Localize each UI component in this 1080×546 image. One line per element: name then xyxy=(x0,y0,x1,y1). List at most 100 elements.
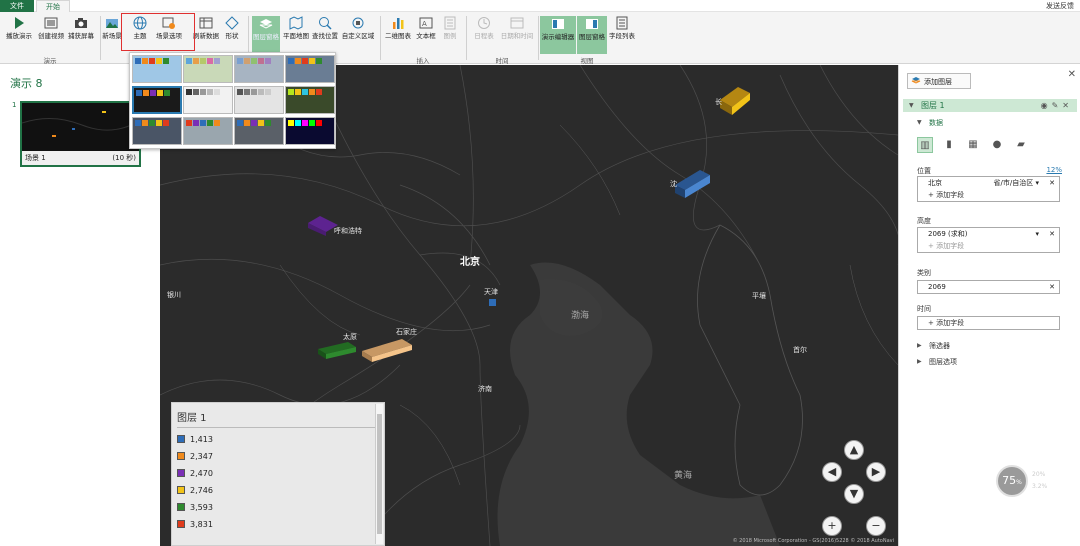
add-height-field[interactable]: + 添加字段 xyxy=(918,240,1059,252)
legend-swatch xyxy=(177,486,185,494)
rotate-left-button[interactable]: ◀ xyxy=(822,462,842,482)
bubble-icon[interactable]: ● xyxy=(989,137,1005,153)
collapse-caret-icon[interactable]: ▼ xyxy=(909,99,914,112)
legend-scrollbar[interactable] xyxy=(375,404,383,544)
text-box-icon: A xyxy=(419,17,433,29)
text-box-button[interactable]: A 文本框 xyxy=(414,16,438,40)
theme-swatch-7[interactable] xyxy=(234,86,284,114)
theme-swatch-9[interactable] xyxy=(132,117,182,145)
new-scene-button[interactable]: 新场景 xyxy=(102,16,122,40)
ribbon-separator xyxy=(100,16,101,60)
legend-button[interactable]: 图例 xyxy=(440,16,460,40)
city-label-hohhot: 呼和浩特 xyxy=(334,227,362,235)
close-icon[interactable]: ✕ xyxy=(1068,69,1076,80)
tour-editor-button[interactable]: 演示编辑器 xyxy=(540,16,576,54)
tab-home[interactable]: 开始 xyxy=(36,0,70,12)
city-label-yinchuan: 银川 xyxy=(167,291,181,299)
location-type-select[interactable]: 省/市/自治区 ▾ xyxy=(994,177,1039,189)
custom-regions-icon xyxy=(352,17,364,29)
shapes-icon xyxy=(225,16,239,30)
legend-swatch xyxy=(177,520,185,528)
progress-percent: 75% xyxy=(996,465,1028,497)
flat-map-icon xyxy=(289,16,303,30)
capture-screen-button[interactable]: 捕获屏幕 xyxy=(66,16,96,40)
pencil-icon[interactable]: ✎ xyxy=(1052,101,1063,110)
theme-swatch-4[interactable] xyxy=(285,55,335,83)
stacked-column-icon[interactable]: ▥ xyxy=(917,137,933,153)
shapes-button[interactable]: 形状 xyxy=(222,16,242,40)
field-list-button[interactable]: 字段列表 xyxy=(608,16,636,40)
legend-divider xyxy=(177,427,375,428)
feedback-link[interactable]: 发送反馈 xyxy=(1046,0,1074,12)
tilt-down-button[interactable]: ▼ xyxy=(844,484,864,504)
location-field-box[interactable]: 北京 省/市/自治区 ▾ ✕ + 添加字段 xyxy=(917,176,1060,202)
region-icon[interactable]: ▰ xyxy=(1013,137,1029,153)
find-location-button[interactable]: 查找位置 xyxy=(311,16,339,40)
layer-pane-view-button[interactable]: 图层窗格 xyxy=(577,16,607,54)
refresh-data-button[interactable]: 刷新数据 xyxy=(191,16,221,40)
theme-swatch-1[interactable] xyxy=(132,55,182,83)
custom-regions-button[interactable]: 自定义区域 xyxy=(340,16,376,40)
theme-swatch-5[interactable] xyxy=(132,86,182,114)
ribbon-separator xyxy=(538,16,539,60)
layer-options-caret-icon[interactable]: ▶ xyxy=(917,358,922,365)
filters-caret-icon[interactable]: ▶ xyxy=(917,342,922,349)
theme-swatch-6[interactable] xyxy=(183,86,233,114)
date-time-button[interactable]: 日期和时间 xyxy=(500,16,534,40)
legend-value: 3,593 xyxy=(190,503,213,512)
city-label-pyongyang: 平壤 xyxy=(752,292,766,300)
zoom-in-button[interactable]: + xyxy=(822,516,842,536)
scene-thumbnail[interactable]: 场景 1 (10 秒) xyxy=(20,101,141,167)
group-label-tour: 演示 xyxy=(43,57,57,65)
chart-2d-button[interactable]: 二维图表 xyxy=(384,16,412,40)
remove-category-icon[interactable]: ✕ xyxy=(1049,281,1055,293)
time-field-box[interactable]: + 添加字段 xyxy=(917,316,1060,330)
tab-file[interactable]: 文件 xyxy=(0,0,34,12)
layer-options-section[interactable]: 图层选项 xyxy=(929,357,957,367)
theme-swatch-11[interactable] xyxy=(234,117,284,145)
progress-line-2: 3.2% xyxy=(1032,483,1048,490)
theme-swatch-8[interactable] xyxy=(285,86,335,114)
flat-map-button[interactable]: 平面地图 xyxy=(282,16,310,40)
city-label-seoul: 首尔 xyxy=(793,346,807,354)
height-field[interactable]: 2069 (求和) ▾ ✕ xyxy=(918,228,1059,240)
remove-location-icon[interactable]: ✕ xyxy=(1049,177,1055,189)
delete-icon[interactable]: ✕ xyxy=(1062,101,1073,110)
layer-header[interactable]: ▼ 图层 1 ◉✎✕ xyxy=(903,99,1077,112)
remove-height-icon[interactable]: ✕ xyxy=(1049,228,1055,240)
tilt-up-button[interactable]: ▲ xyxy=(844,440,864,460)
aggregation-dropdown-icon[interactable]: ▾ xyxy=(1035,228,1039,240)
layer-pane-button[interactable]: 图层窗格 xyxy=(252,16,280,54)
play-icon xyxy=(15,17,24,29)
layers-icon xyxy=(259,19,273,29)
eye-icon[interactable]: ◉ xyxy=(1041,101,1052,110)
location-field[interactable]: 北京 省/市/自治区 ▾ ✕ xyxy=(918,177,1059,189)
theme-swatch-2[interactable] xyxy=(183,55,233,83)
filters-section[interactable]: 筛选器 xyxy=(929,341,950,351)
create-video-button[interactable]: 创建视频 xyxy=(36,16,66,40)
time-label: 时间 xyxy=(917,305,931,313)
data-section-caret-icon[interactable]: ▼ xyxy=(917,119,922,126)
legend-swatch xyxy=(177,435,185,443)
clustered-column-icon[interactable]: ▮ xyxy=(941,137,957,153)
location-match-percent[interactable]: 12% xyxy=(1046,166,1062,174)
city-label-beijing: 北京 xyxy=(460,257,480,268)
play-tour-button[interactable]: 播放演示 xyxy=(4,16,34,40)
theme-swatch-10[interactable] xyxy=(183,117,233,145)
add-location-field[interactable]: + 添加字段 xyxy=(918,189,1059,201)
scene-thumbnail-map xyxy=(21,103,140,151)
timeline-button[interactable]: 日程表 xyxy=(470,16,498,40)
height-field-box[interactable]: 2069 (求和) ▾ ✕ + 添加字段 xyxy=(917,227,1060,253)
group-label-insert: 插入 xyxy=(416,57,430,65)
add-time-field[interactable]: + 添加字段 xyxy=(918,317,1059,329)
category-field-box[interactable]: 2069 ✕ xyxy=(917,280,1060,294)
theme-swatch-12[interactable] xyxy=(285,117,335,145)
legend-scroll-thumb[interactable] xyxy=(377,414,382,534)
rotate-right-button[interactable]: ▶ xyxy=(866,462,886,482)
category-field[interactable]: 2069 ✕ xyxy=(918,281,1059,293)
zoom-out-button[interactable]: − xyxy=(866,516,886,536)
heatmap-icon[interactable]: ▦ xyxy=(965,137,981,153)
map-legend[interactable]: 图层 1 1,413 2,347 2,470 2,746 3,593 3,831 xyxy=(171,402,385,546)
theme-swatch-3[interactable] xyxy=(234,55,284,83)
city-label-shijiazhuang: 石家庄 xyxy=(396,328,417,336)
